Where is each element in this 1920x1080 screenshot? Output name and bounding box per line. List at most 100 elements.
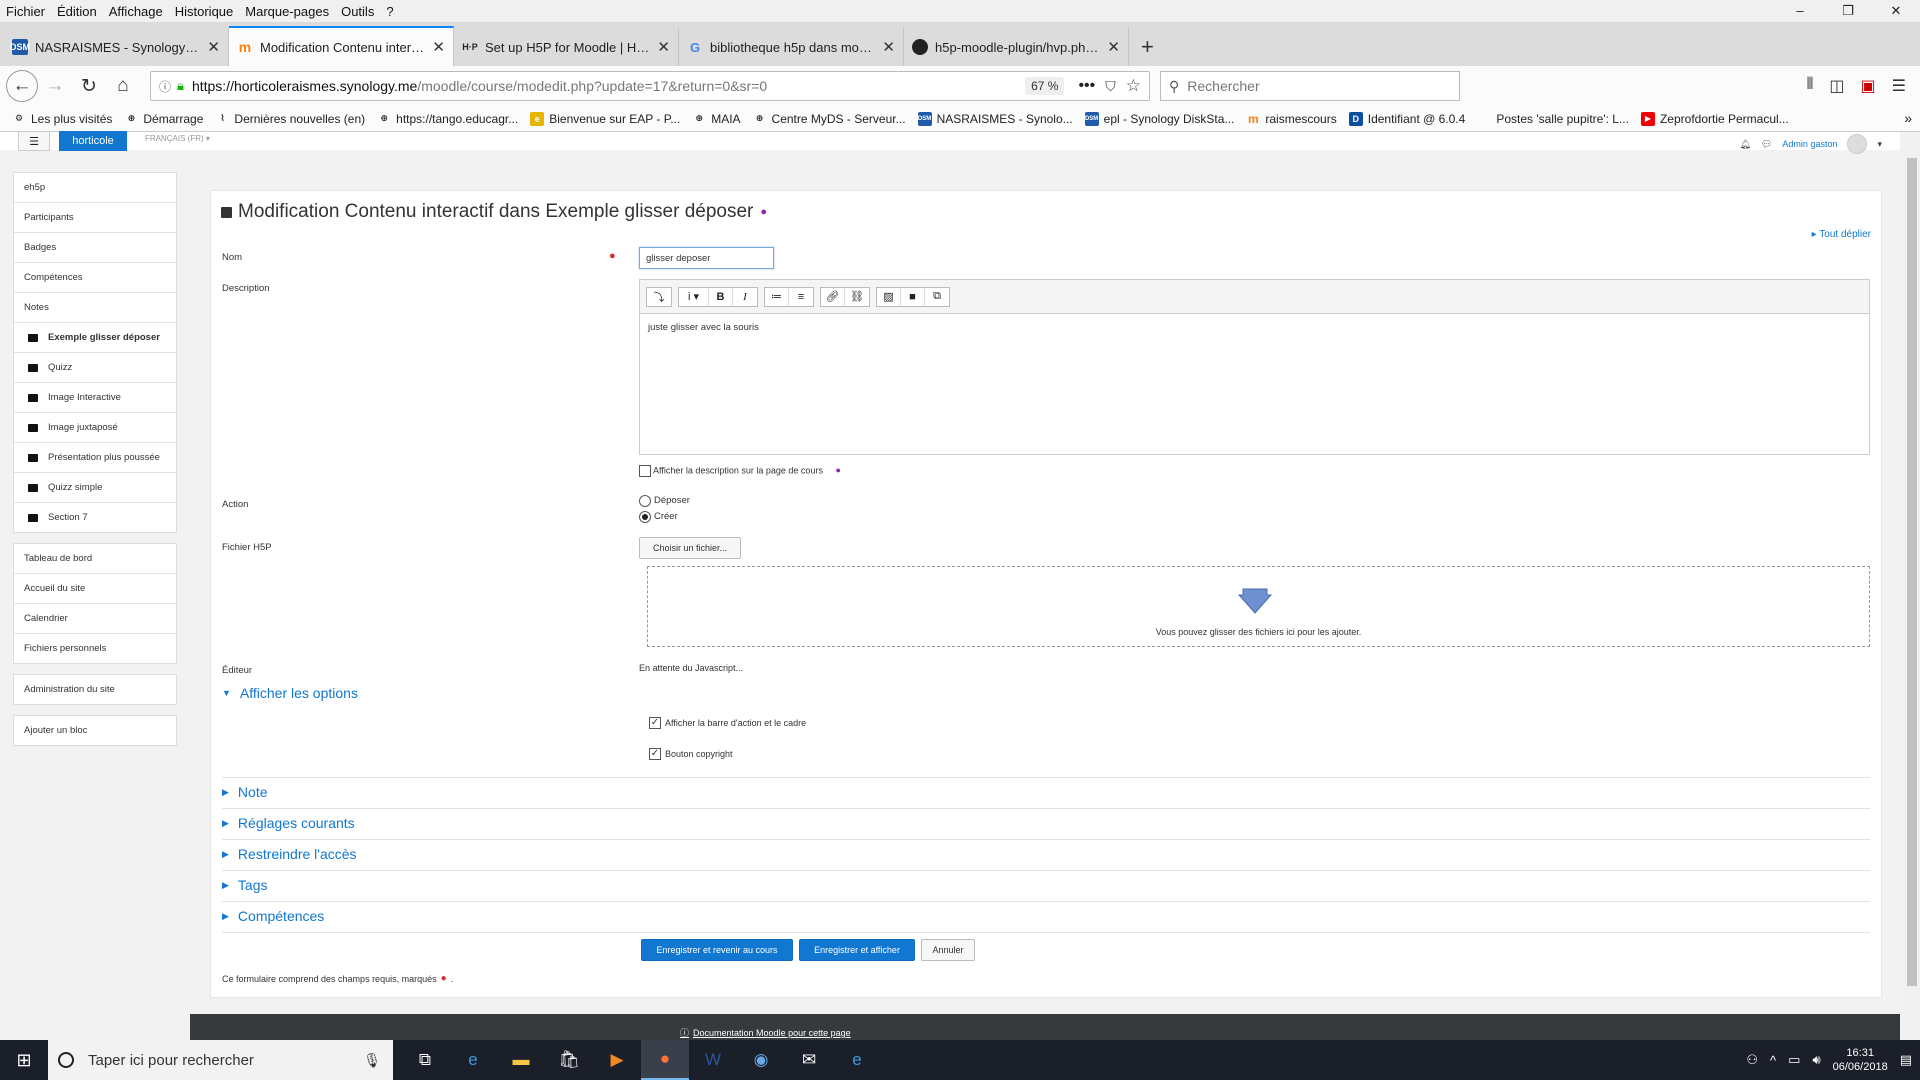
name-input[interactable] [639,247,774,269]
menu-affichage[interactable]: Affichage [103,4,169,19]
bookmark-item[interactable]: e Bienvenue sur EAP - P... [530,111,680,126]
bookmark-item[interactable]: ⊕ MAIA [692,112,740,126]
edge-icon[interactable]: e [449,1040,497,1080]
notification-bell-icon[interactable]: 🔔︎ [1740,139,1751,150]
sidebar-toggle-icon[interactable]: ◫ [1829,76,1844,96]
maximize-button[interactable]: ❐ [1824,3,1872,19]
link-icon[interactable]: 🔗︎ [821,287,845,306]
word-icon[interactable]: W [689,1040,737,1080]
windows-start-icon[interactable]: ⊞ [0,1040,48,1080]
description-text[interactable]: juste glisser avec la souris [640,314,1869,341]
bookmark-item[interactable]: Postes 'salle pupitre': L... [1477,112,1629,126]
task-view-icon[interactable]: ⧉ [401,1040,449,1080]
section-competences[interactable]: ▶ Compétences [222,908,324,924]
unordered-list-icon[interactable]: ≔ [765,287,789,306]
tab-google-search[interactable]: G bibliotheque h5p dans moodle ✕ [679,28,904,66]
sidebar-item-ajouter-bloc[interactable]: Ajouter un bloc [14,716,176,745]
close-tab-icon[interactable]: ✕ [207,38,220,56]
zoom-indicator[interactable]: 67 % [1025,77,1065,95]
section-tags[interactable]: ▶ Tags [222,877,268,893]
home-button[interactable]: ⌂ [106,69,140,103]
sidebar-item-section-7[interactable]: Section 7 [14,503,176,532]
image-icon[interactable]: ▨ [877,287,901,306]
cancel-button[interactable]: Annuler [921,939,975,961]
new-tab-button[interactable]: + [1129,28,1166,66]
menu-aide[interactable]: ? [380,4,399,19]
sidebar-item-quizz-simple[interactable]: Quizz simple [14,473,176,503]
action-bar-checkbox[interactable]: ✓ [649,717,661,729]
copyright-checkbox[interactable]: ✓ [649,748,661,760]
bookmark-star-icon[interactable]: ☆ [1126,76,1141,96]
tab-modification-contenu[interactable]: m Modification Contenu interactif ✕ [229,26,454,66]
choose-file-button[interactable]: Choisir un fichier... [639,537,741,559]
chevron-down-icon[interactable]: ▾ [1877,139,1882,150]
bookmark-item[interactable]: ⊕ Centre MyDS - Serveur... [753,112,906,126]
tab-h5p-setup[interactable]: H·P Set up H5P for Moodle | H5P ✕ [454,28,679,66]
messages-icon[interactable]: 💬︎ [1761,139,1772,150]
menu-edition[interactable]: Édition [51,4,103,19]
clock[interactable]: 16:31 06/06/2018 [1833,1046,1888,1074]
file-explorer-icon[interactable]: ▬ [497,1040,545,1080]
info-icon[interactable]: ⓘ [159,78,171,95]
bookmark-item[interactable]: m raismescours [1246,112,1337,126]
menu-marque-pages[interactable]: Marque-pages [239,4,335,19]
app-circle-icon[interactable]: ◉ [737,1040,785,1080]
url-bar[interactable]: ⓘ 🔒︎ https://horticoleraismes.synology.m… [150,71,1150,101]
close-window-button[interactable]: ✕ [1872,3,1920,19]
page-scrollbar[interactable] [1904,132,1920,1040]
tab-github[interactable]: h5p-moodle-plugin/hvp.php at ✕ [904,28,1129,66]
close-tab-icon[interactable]: ✕ [432,38,445,56]
bookmarks-overflow-icon[interactable]: » [1904,110,1912,126]
sidebar-item-image-interactive[interactable]: Image Interactive [14,383,176,413]
sidebar-item-image-juxtapose[interactable]: Image juxtaposé [14,413,176,443]
scrollbar-thumb[interactable] [1907,158,1917,986]
unlink-icon[interactable]: ⛓ [845,288,869,306]
sidebar-item-competences[interactable]: Compétences [14,263,176,293]
radio-creer[interactable] [639,511,651,523]
minimize-button[interactable]: – [1776,3,1824,19]
bookmark-item[interactable]: ⊕ https://tango.educagr... [377,112,518,126]
close-tab-icon[interactable]: ✕ [657,38,670,56]
sidebar-item-eh5p[interactable]: eh5p [14,173,176,203]
show-description-checkbox[interactable] [639,465,651,477]
sidebar-item-participants[interactable]: Participants [14,203,176,233]
drawer-toggle-button[interactable]: ☰ [18,131,50,151]
ordered-list-icon[interactable]: ≡ [789,288,813,306]
section-reglages-courants[interactable]: ▶ Réglages courants [222,815,355,831]
help-icon[interactable]: ● [835,465,840,475]
sidebar-item-calendrier[interactable]: Calendrier [14,604,176,634]
user-name[interactable]: Admin gaston [1782,139,1837,149]
sidebar-item-quizz[interactable]: Quizz [14,353,176,383]
tab-synology[interactable]: DSM NASRAISMES - Synology DiskSt ✕ [4,28,229,66]
bookmark-item[interactable]: DSM epl - Synology DiskSta... [1084,111,1234,126]
store-icon[interactable]: 🛍︎ [545,1040,593,1080]
bold-icon[interactable]: B [709,287,733,306]
search-bar[interactable]: ⚲ Rechercher [1160,71,1460,101]
manage-files-icon[interactable]: ⧉ [925,288,949,306]
help-icon[interactable]: ● [760,206,767,218]
reload-button[interactable]: ↻ [72,69,106,103]
notifications-icon[interactable]: ▤ [1900,1052,1912,1068]
save-return-button[interactable]: Enregistrer et revenir au cours [641,939,793,961]
media-icon[interactable]: ■ [901,287,925,306]
hamburger-menu-icon[interactable]: ☰ [1892,76,1906,96]
file-dropzone[interactable]: Vous pouvez glisser des fichiers ici pou… [647,566,1870,647]
expand-all-link[interactable]: ▸ Tout déplier [1812,229,1871,240]
sidebar-item-accueil[interactable]: Accueil du site [14,574,176,604]
network-icon[interactable]: ▭ [1788,1052,1800,1068]
volume-icon[interactable]: 🔊︎ [1812,1052,1820,1068]
paragraph-style-icon[interactable]: i ▾ [679,287,709,306]
avatar[interactable] [1847,134,1868,154]
microphone-icon[interactable]: 🎙︎ [363,1052,381,1069]
bookmark-item[interactable]: ⌇ Dernières nouvelles (en) [215,112,365,126]
mail-icon[interactable]: ✉ [785,1040,833,1080]
radio-deposer[interactable] [639,495,651,507]
sidebar-item-tableau-de-bord[interactable]: Tableau de bord [14,544,176,574]
close-tab-icon[interactable]: ✕ [1107,38,1120,56]
pocket-icon[interactable]: ⛉ [1105,78,1116,95]
sidebar-item-notes[interactable]: Notes [14,293,176,323]
sidebar-item-presentation[interactable]: Présentation plus poussée [14,443,176,473]
sidebar-item-exemple-glisser-deposer[interactable]: Exemple glisser déposer [14,323,176,353]
firefox-icon[interactable]: ● [641,1040,689,1080]
bookmark-item[interactable]: ⚙ Les plus visités [12,112,112,126]
